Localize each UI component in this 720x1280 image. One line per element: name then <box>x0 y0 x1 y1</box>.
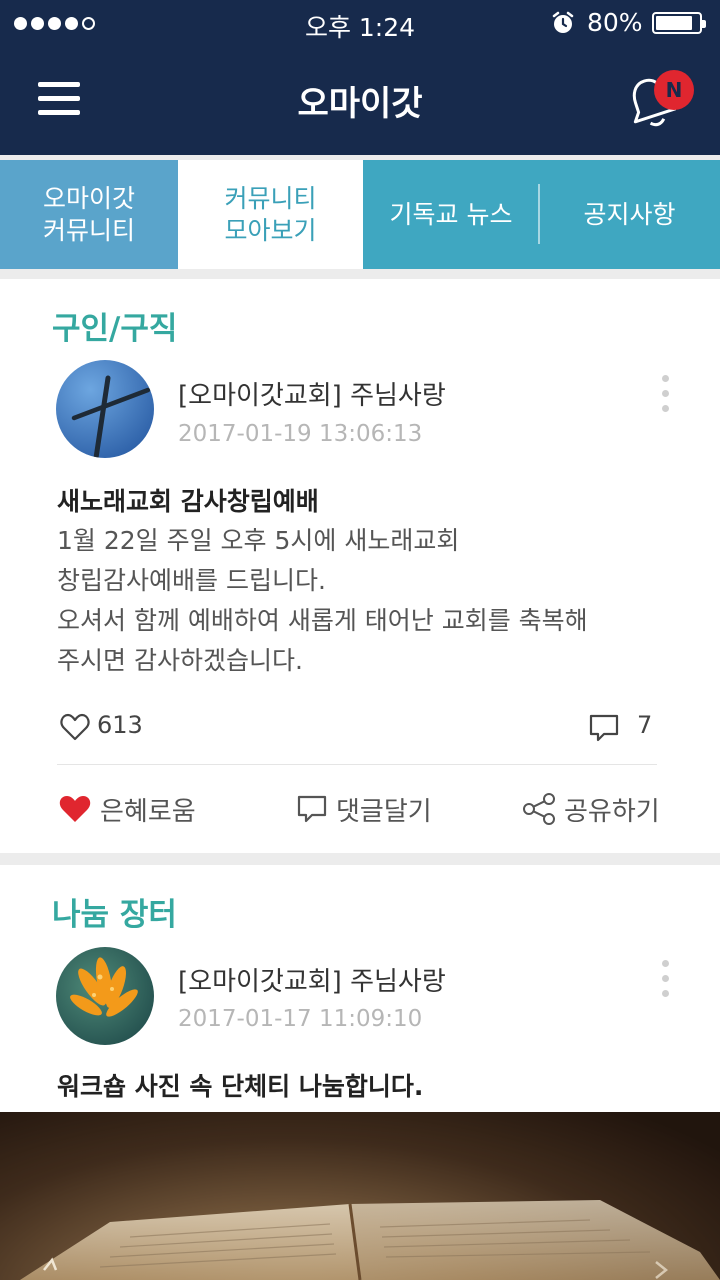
tab-community-collection[interactable]: 커뮤니티 모아보기 <box>178 160 363 269</box>
post-title: 새노래교회 감사창립예배 <box>57 487 319 516</box>
tab-omygod-community[interactable]: 오마이갓 커뮤니티 <box>0 160 178 269</box>
cross-photo-icon <box>56 360 154 458</box>
battery-icon <box>652 12 706 34</box>
comment-outline-icon <box>589 714 619 742</box>
write-comment-button[interactable]: 댓글달기 <box>296 784 432 834</box>
battery-percent: 80% <box>587 8 643 37</box>
avatar[interactable] <box>56 947 154 1045</box>
grace-button[interactable]: 은혜로움 <box>58 784 196 834</box>
comment-count: 7 <box>637 711 653 739</box>
more-options-icon[interactable] <box>655 960 675 1004</box>
post-body: 1월 22일 주일 오후 5시에 새노래교회 창립감사예배를 드립니다. 오셔서… <box>57 526 588 675</box>
divider <box>57 764 657 765</box>
category-tabs: 오마이갓 커뮤니티 커뮤니티 모아보기 기독교 뉴스 공지사항 <box>0 160 720 269</box>
app-screen: 오후 1:24 80% 오마이갓 N 오마이갓 커뮤니티 커뮤니티 모아보기 기… <box>0 0 720 1280</box>
post-card[interactable]: 구인/구직 [오마이갓교회] 주님사랑 2017-01-19 13:06:13 … <box>0 279 720 853</box>
post-date: 2017-01-19 13:06:13 <box>178 421 423 447</box>
post-category: 구인/구직 <box>52 311 178 347</box>
alarm-clock-icon <box>552 11 574 33</box>
post-photo[interactable] <box>0 1112 720 1280</box>
post-actions: 은혜로움 댓글달기 공유하기 <box>0 784 720 834</box>
post-title: 워크숍 사진 속 단체티 나눔합니다. <box>57 1072 424 1101</box>
post-author: [오마이갓교회] 주님사랑 <box>178 381 446 411</box>
post-stats: 613 7 <box>0 709 720 749</box>
tab-christian-news[interactable]: 기독교 뉴스 <box>363 160 539 269</box>
notification-badge: N <box>654 70 694 110</box>
more-options-icon[interactable] <box>655 375 675 419</box>
comment-outline-icon <box>297 795 327 823</box>
app-header: 오마이갓 N <box>0 46 720 155</box>
flower-photo-icon <box>56 947 154 1045</box>
top-bar: 오후 1:24 80% 오마이갓 N <box>0 0 720 155</box>
app-title: 오마이갓 <box>297 84 423 124</box>
like-count: 613 <box>97 711 143 739</box>
heart-filled-icon <box>59 796 91 822</box>
heart-outline-icon <box>60 713 90 741</box>
status-bar: 오후 1:24 80% <box>0 0 720 46</box>
open-book-photo <box>0 1112 720 1280</box>
post-category: 나눔 장터 <box>52 897 177 933</box>
tab-divider <box>538 184 540 244</box>
tab-notices[interactable]: 공지사항 <box>539 160 720 269</box>
post-author: [오마이갓교회] 주님사랑 <box>178 967 446 997</box>
avatar[interactable] <box>56 360 154 458</box>
post-card[interactable]: 나눔 장터 [오마이갓교회] 주님사랑 2017-01-17 11:09:10 … <box>0 865 720 1125</box>
share-button[interactable]: 공유하기 <box>522 784 660 834</box>
post-date: 2017-01-17 11:09:10 <box>178 1006 423 1032</box>
share-icon <box>523 793 555 825</box>
notification-button[interactable]: N <box>622 68 698 128</box>
